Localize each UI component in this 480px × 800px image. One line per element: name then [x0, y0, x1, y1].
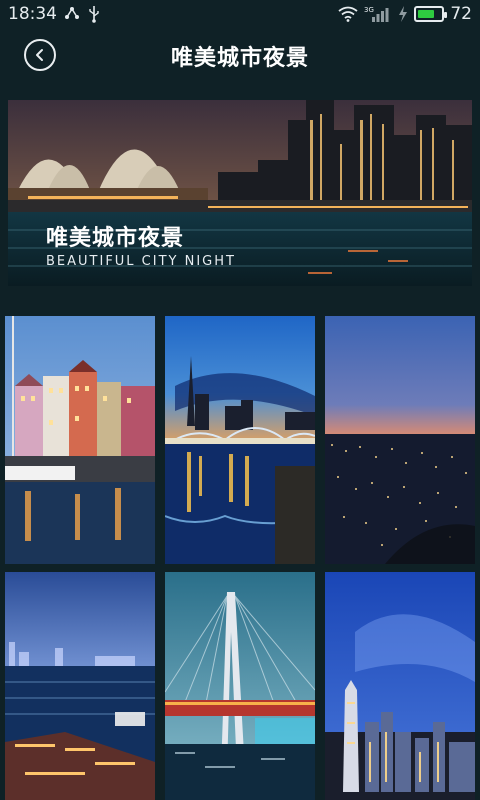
app-bar: 唯美城市夜景: [0, 28, 480, 80]
cable-bridge-image: [165, 572, 315, 800]
battery-level: [418, 10, 435, 18]
status-time: 18:34: [8, 4, 57, 24]
gallery-tile-2[interactable]: [165, 316, 315, 564]
bridge-reflection-image: [165, 316, 315, 564]
nyhavn-canal-image: [5, 316, 155, 564]
battery-percent: 72: [450, 4, 472, 24]
gallery-tile-4[interactable]: [5, 572, 155, 800]
cellular-signal-icon: 3G: [364, 6, 389, 22]
share-icon: [65, 7, 79, 19]
harbor-panorama-image: [5, 572, 155, 800]
featured-banner[interactable]: 唯美城市夜景 BEAUTIFUL CITY NIGHT: [8, 100, 472, 286]
charging-bolt-icon: [399, 6, 408, 22]
usb-icon: [89, 6, 99, 23]
gallery-tile-3[interactable]: [325, 316, 475, 564]
page-title: 唯美城市夜景: [170, 46, 309, 71]
city-lights-aerial-image: [325, 316, 475, 564]
status-bar: 18:34 3G 72: [0, 0, 480, 28]
status-left-icons: [64, 5, 100, 23]
wifi-icon: [338, 6, 358, 22]
gallery-tile-1[interactable]: [5, 316, 155, 564]
banner-title: 唯美城市夜景: [46, 226, 185, 251]
status-right-icons: 3G 72: [338, 4, 472, 24]
gallery-grid: [5, 316, 475, 800]
battery-icon: [414, 6, 448, 22]
gallery-tile-6[interactable]: [325, 572, 475, 800]
banner-subtitle: BEAUTIFUL CITY NIGHT: [46, 254, 236, 269]
network-type-label: 3G: [364, 6, 374, 14]
gallery-tile-5[interactable]: [165, 572, 315, 800]
skyscraper-skyline-image: [325, 572, 475, 800]
